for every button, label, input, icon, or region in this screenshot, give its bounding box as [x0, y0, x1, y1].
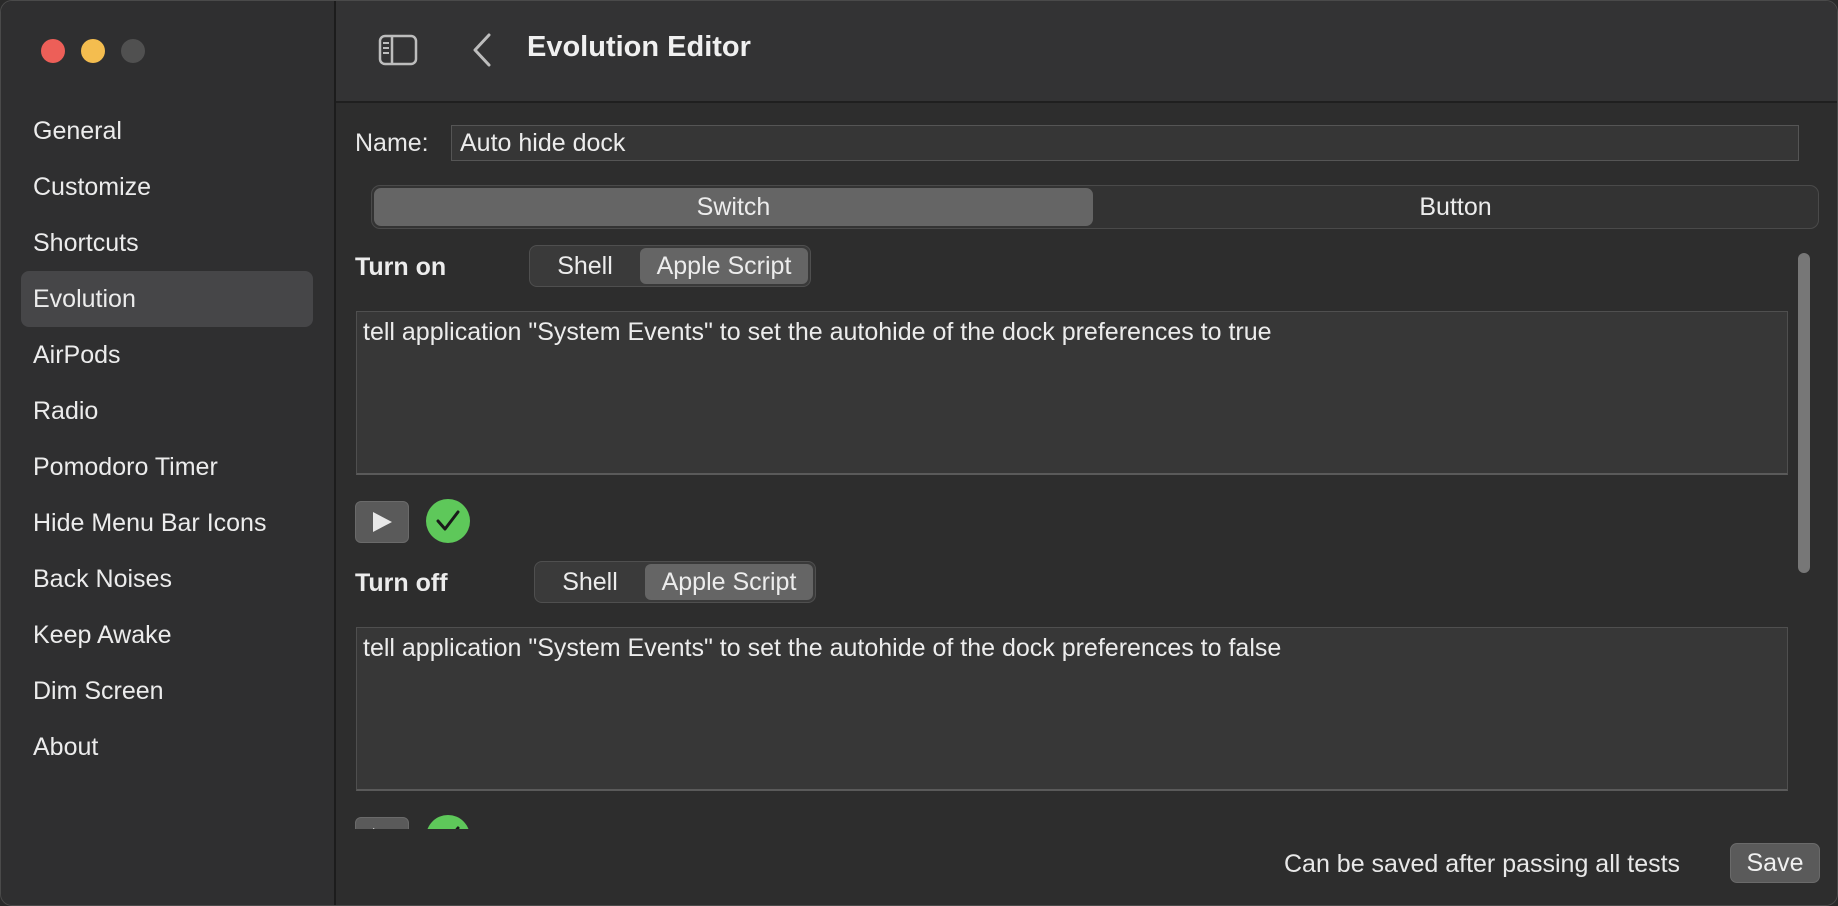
- turn-off-script-editor[interactable]: tell application "System Events" to set …: [356, 627, 1788, 791]
- sidebar-item-back-noises[interactable]: Back Noises: [21, 551, 313, 607]
- back-chevron-icon[interactable]: [470, 31, 494, 69]
- turn-on-label: Turn on: [355, 253, 447, 281]
- sidebar-item-about[interactable]: About: [21, 719, 313, 775]
- turn-off-applescript-option[interactable]: Apple Script: [645, 564, 813, 600]
- turn-on-shell-option[interactable]: Shell: [532, 248, 638, 284]
- turn-off-run-button[interactable]: [355, 817, 409, 829]
- sidebar-toggle-icon[interactable]: [378, 34, 418, 66]
- vertical-scrollbar[interactable]: [1793, 247, 1815, 827]
- main-pane: Evolution Editor Name: Auto hide dock Sw…: [336, 1, 1837, 905]
- minimize-window-button[interactable]: [81, 39, 105, 63]
- toolbar: Evolution Editor: [336, 1, 1837, 103]
- sidebar-item-hide-menu-bar-icons[interactable]: Hide Menu Bar Icons: [21, 495, 313, 551]
- sidebar: General Customize Shortcuts Evolution Ai…: [1, 1, 336, 905]
- sidebar-item-evolution[interactable]: Evolution: [21, 271, 313, 327]
- turn-on-language-control: Shell Apple Script: [529, 245, 811, 287]
- app-window: General Customize Shortcuts Evolution Ai…: [0, 0, 1838, 906]
- sidebar-item-keep-awake[interactable]: Keep Awake: [21, 607, 313, 663]
- turn-off-language-control: Shell Apple Script: [534, 561, 816, 603]
- play-icon: [373, 512, 392, 532]
- page-title: Evolution Editor: [527, 31, 751, 63]
- sidebar-item-customize[interactable]: Customize: [21, 159, 313, 215]
- save-button[interactable]: Save: [1730, 843, 1820, 883]
- save-status-text: Can be saved after passing all tests: [1284, 850, 1681, 878]
- segment-switch[interactable]: Switch: [374, 188, 1093, 226]
- sidebar-item-airpods[interactable]: AirPods: [21, 327, 313, 383]
- zoom-window-button[interactable]: [121, 39, 145, 63]
- name-input[interactable]: Auto hide dock: [451, 125, 1799, 161]
- turn-off-label: Turn off: [355, 569, 448, 597]
- sidebar-item-pomodoro-timer[interactable]: Pomodoro Timer: [21, 439, 313, 495]
- name-label: Name:: [355, 129, 429, 157]
- close-window-button[interactable]: [41, 39, 65, 63]
- scrollbar-thumb[interactable]: [1798, 253, 1810, 573]
- turn-on-run-button[interactable]: [355, 501, 409, 543]
- turn-off-test-passed-icon: [426, 815, 470, 829]
- sidebar-nav: General Customize Shortcuts Evolution Ai…: [21, 103, 313, 775]
- segment-button[interactable]: Button: [1095, 188, 1816, 226]
- turn-on-test-passed-icon: [426, 499, 470, 543]
- turn-on-script-editor[interactable]: tell application "System Events" to set …: [356, 311, 1788, 475]
- sidebar-item-shortcuts[interactable]: Shortcuts: [21, 215, 313, 271]
- turn-on-applescript-option[interactable]: Apple Script: [640, 248, 808, 284]
- turn-off-shell-option[interactable]: Shell: [537, 564, 643, 600]
- sidebar-item-general[interactable]: General: [21, 103, 313, 159]
- play-icon: [373, 828, 375, 829]
- sidebar-item-radio[interactable]: Radio: [21, 383, 313, 439]
- scripts-scroll-area[interactable]: Turn on Shell Apple Script tell applicat…: [336, 243, 1837, 829]
- sidebar-item-dim-screen[interactable]: Dim Screen: [21, 663, 313, 719]
- type-segmented-control: Switch Button: [371, 185, 1819, 229]
